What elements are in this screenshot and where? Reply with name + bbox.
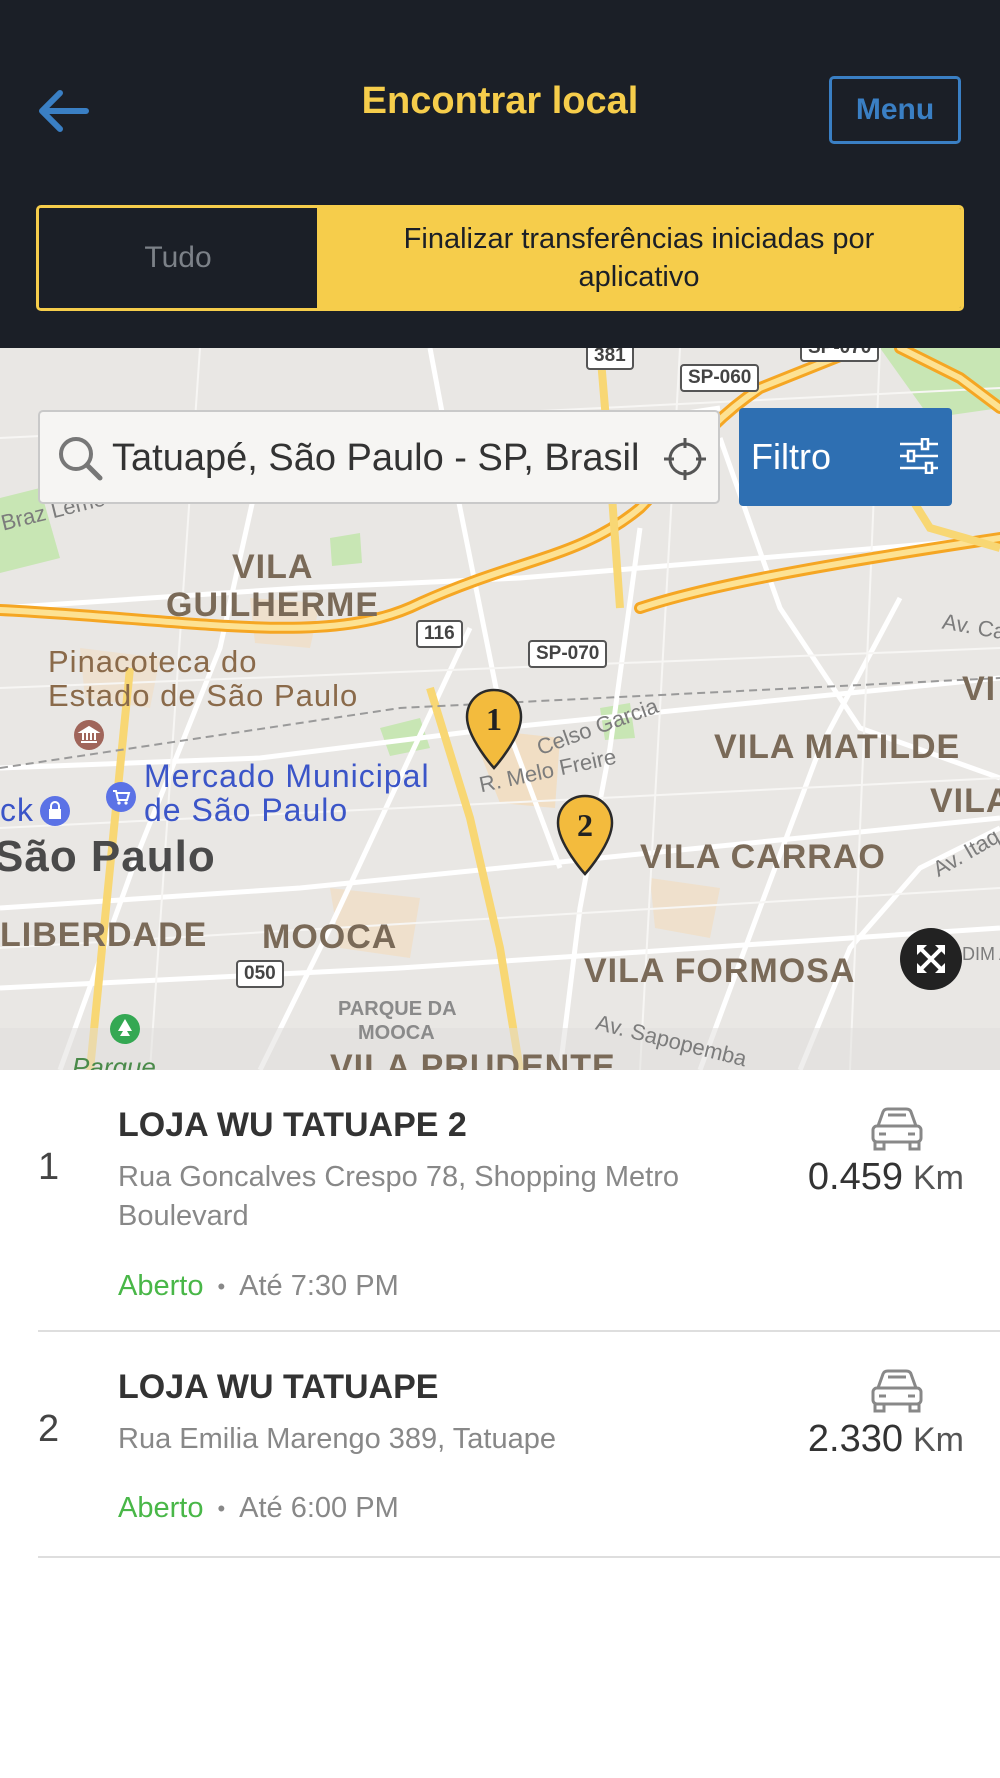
store-name: LOJA WU TATUAPE 2 xyxy=(118,1106,467,1144)
map-label: MOOCA xyxy=(262,918,398,956)
app-header: Encontrar local Menu Tudo Finalizar tran… xyxy=(0,0,1000,348)
search-icon xyxy=(59,437,103,481)
map-label: Mercado Municipal xyxy=(144,758,430,794)
store-status-line: Aberto • Até 7:30 PM xyxy=(118,1270,399,1303)
distance-value: 0.459 xyxy=(807,1156,903,1198)
sliders-icon xyxy=(900,438,938,474)
map-label: VILA PRUDENTE xyxy=(330,1048,616,1070)
route-shield: 381 xyxy=(586,348,634,370)
distance-value: 2.330 xyxy=(807,1418,903,1460)
map-label: VILA xyxy=(232,548,314,586)
map-label: ck xyxy=(0,792,34,828)
store-hours: Até 6:00 PM xyxy=(239,1492,399,1524)
back-button[interactable] xyxy=(28,76,98,146)
filter-button[interactable]: Filtro xyxy=(739,408,952,506)
store-list-item[interactable]: 2 LOJA WU TATUAPE Rua Emilia Marengo 389… xyxy=(38,1332,1000,1558)
arrow-left-icon xyxy=(39,90,89,132)
map-pin-2[interactable]: 2 xyxy=(556,794,614,878)
map-label: VILA xyxy=(930,782,1000,820)
map-label: MOOCA xyxy=(358,1022,435,1044)
store-list: 1 LOJA WU TATUAPE 2 Rua Goncalves Crespo… xyxy=(0,1070,1000,1558)
expand-icon xyxy=(917,945,945,973)
map-label: DIM ANDUV xyxy=(962,944,1000,964)
open-status: Aberto xyxy=(118,1270,204,1302)
store-address: Rua Emilia Marengo 389, Tatuape xyxy=(118,1423,556,1455)
filter-label: Filtro xyxy=(751,436,831,477)
distance-unit: Km xyxy=(913,1159,964,1197)
store-distance: 2.330 Km xyxy=(808,1418,964,1461)
map-label: VILA MATILDE xyxy=(714,728,961,766)
route-shield: SP-060 xyxy=(680,364,760,392)
map-label: PARQUE DA xyxy=(338,998,457,1020)
tab-all[interactable]: Tudo xyxy=(39,208,317,308)
map-pin-1[interactable]: 1 xyxy=(465,688,523,772)
store-address: Rua Goncalves Crespo 78, Shopping Metro … xyxy=(118,1161,679,1232)
route-shield: 050 xyxy=(236,960,284,988)
map-label: VILA FORMOSA xyxy=(584,952,856,990)
map-label: LIBERDADE xyxy=(0,916,208,954)
location-search-bar xyxy=(38,410,720,504)
separator-dot: • xyxy=(217,1273,226,1299)
museum-icon xyxy=(74,720,104,750)
tab-app-transfers[interactable]: Finalizar transferências iniciadas por a… xyxy=(317,208,961,308)
route-shield: 116 xyxy=(416,620,463,648)
route-shield: SP-070 xyxy=(528,640,608,668)
separator-dot: • xyxy=(217,1495,226,1521)
distance-unit: Km xyxy=(913,1421,964,1459)
map-label: VILA CARRAO xyxy=(640,838,886,876)
map-label: de São Paulo xyxy=(144,792,349,828)
map-pin-2-label: 2 xyxy=(577,807,593,843)
expand-map-button[interactable] xyxy=(900,928,962,990)
page-title: Encontrar local xyxy=(361,80,639,122)
open-status: Aberto xyxy=(118,1492,204,1524)
filter-tabs: Tudo Finalizar transferências iniciadas … xyxy=(36,205,964,311)
store-status-line: Aberto • Até 6:00 PM xyxy=(118,1492,399,1525)
car-icon xyxy=(871,1107,923,1151)
park-icon xyxy=(110,1014,140,1044)
map-label: VI xyxy=(962,670,997,708)
map-label: Parque xyxy=(72,1052,156,1070)
crosshair-icon[interactable] xyxy=(662,436,708,482)
lock-icon xyxy=(40,796,70,826)
shopping-cart-icon xyxy=(106,782,136,812)
store-list-item[interactable]: 1 LOJA WU TATUAPE 2 Rua Goncalves Crespo… xyxy=(38,1070,1000,1332)
map-label: São Paulo xyxy=(0,832,216,881)
store-distance: 0.459 Km xyxy=(808,1156,964,1199)
map-view[interactable]: 381 SP-060 SP-070 116 SP-070 050 Braz Le… xyxy=(0,348,1000,1070)
store-hours: Até 7:30 PM xyxy=(239,1270,399,1302)
store-index: 2 xyxy=(38,1408,60,1450)
menu-button[interactable]: Menu xyxy=(829,76,961,144)
map-label: Estado de São Paulo xyxy=(48,678,359,713)
store-name: LOJA WU TATUAPE xyxy=(118,1368,439,1406)
map-pin-1-label: 1 xyxy=(486,701,502,737)
store-index: 1 xyxy=(38,1146,60,1188)
map-label: Pinacoteca do xyxy=(48,644,258,679)
map-label: GUILHERME xyxy=(166,586,379,624)
route-shield: SP-070 xyxy=(800,348,880,362)
location-search-input[interactable] xyxy=(112,430,652,486)
car-icon xyxy=(871,1369,923,1413)
